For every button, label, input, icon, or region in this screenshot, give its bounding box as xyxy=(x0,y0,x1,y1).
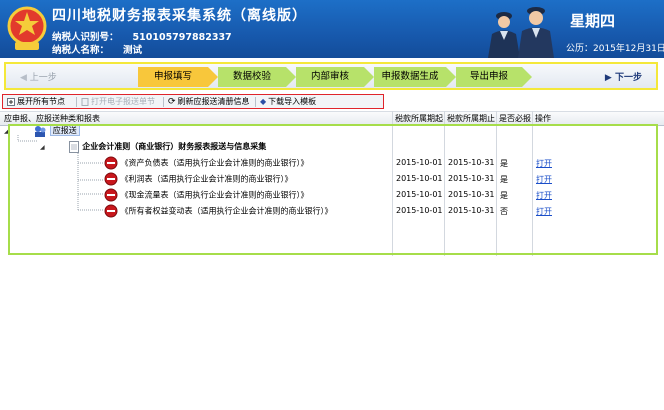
open-report-label: 打开电子报送单节 xyxy=(91,97,155,106)
empty-grid-area xyxy=(0,256,664,410)
download-arrow-icon: ◆ xyxy=(260,97,267,106)
column-header-required[interactable]: 是否必报 xyxy=(499,113,531,124)
taxpayer-name-label: 纳税人名称： xyxy=(52,45,110,56)
toolbar-divider xyxy=(255,97,256,107)
next-step-button[interactable]: ▶ 下一步 xyxy=(605,70,642,83)
step-label: 申报填写 xyxy=(153,71,192,82)
expand-icon xyxy=(7,97,15,106)
prev-step-button[interactable]: ◀ 上一步 xyxy=(20,70,57,83)
toolbar-divider xyxy=(163,97,164,107)
arrow-left-icon: ◀ xyxy=(20,73,27,83)
toolbar-divider xyxy=(76,97,77,107)
taxpayer-id-value: 510105797882337 xyxy=(132,32,232,43)
step-arrow-icon xyxy=(522,67,532,87)
column-header-period-start[interactable]: 税款所属期起 xyxy=(395,113,443,124)
step-label: 内部审核 xyxy=(310,71,349,82)
download-template-label: 下载导入模板 xyxy=(268,97,317,106)
arrow-right-icon: ▶ xyxy=(604,73,612,83)
step-arrow-icon xyxy=(446,67,456,87)
workflow-step-bar: ◀ 上一步 申报填写 数据校验 内部审核 申报数据生成 导出申报 ▶ 下一步 xyxy=(4,62,658,90)
app-header: 四川地税财务报表采集系统（离线版） 纳税人识别号： 510105797882337… xyxy=(0,0,664,58)
download-template-button[interactable]: ◆ 下载导入模板 xyxy=(260,96,316,107)
expand-all-label: 展开所有节点 xyxy=(17,97,65,106)
expand-all-button[interactable]: 展开所有节点 xyxy=(7,96,65,107)
open-report-button[interactable]: 打开电子报送单节 xyxy=(81,96,155,107)
column-header-action[interactable]: 操作 xyxy=(535,113,551,124)
column-header-report[interactable]: 应申报、应报送种类和报表 xyxy=(4,113,100,124)
step-internal-review[interactable]: 内部审核 xyxy=(296,67,364,87)
prev-step-label: 上一步 xyxy=(29,73,57,83)
next-step-label: 下一步 xyxy=(614,73,642,83)
taxpayer-id-line: 纳税人识别号： 510105797882337 xyxy=(52,29,232,43)
step-export[interactable]: 导出申报 xyxy=(456,67,522,87)
step-label: 导出申报 xyxy=(469,71,508,82)
step-generate-data[interactable]: 申报数据生成 xyxy=(374,67,446,87)
report-list-highlight xyxy=(8,124,658,255)
step-data-check[interactable]: 数据校验 xyxy=(218,67,286,87)
taxpayer-name-line: 纳税人名称： 测试 xyxy=(52,42,142,56)
step-label: 申报数据生成 xyxy=(381,71,439,82)
tax-officers-illustration-icon xyxy=(488,7,554,58)
date-display: 公历：2015年12月31日 xyxy=(566,44,664,54)
step-label: 数据校验 xyxy=(232,71,271,82)
refresh-list-button[interactable]: ⟳ 刷新应报送清册信息 xyxy=(168,96,250,107)
refresh-list-label: 刷新应报送清册信息 xyxy=(177,97,250,106)
document-icon xyxy=(81,97,89,106)
taxpayer-name-value: 测试 xyxy=(123,45,143,56)
app-title: 四川地税财务报表采集系统（离线版） xyxy=(52,8,307,24)
step-arrow-icon xyxy=(286,67,296,87)
step-arrow-icon xyxy=(364,67,374,87)
report-toolbar: 展开所有节点 打开电子报送单节 ⟳ 刷新应报送清册信息 ◆ 下载导入模板 xyxy=(2,94,384,109)
weekday-display: 星期四 xyxy=(570,12,616,30)
step-arrow-icon xyxy=(208,67,218,87)
step-fill-in[interactable]: 申报填写 xyxy=(138,67,208,87)
column-header-period-end[interactable]: 税款所属期止 xyxy=(447,113,495,124)
tax-emblem-icon xyxy=(7,6,47,50)
refresh-icon: ⟳ xyxy=(168,96,176,107)
